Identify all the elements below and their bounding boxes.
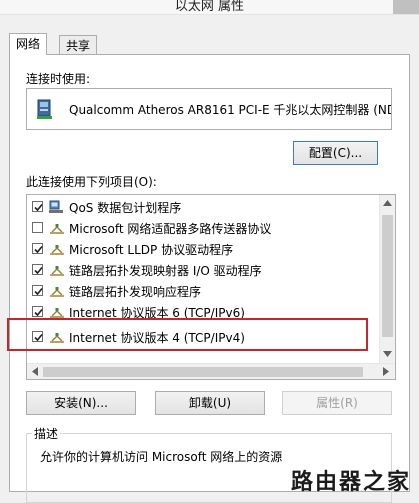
scroll-down-arrow-icon[interactable] [383, 351, 392, 357]
protocol-icon [50, 224, 64, 234]
list-item[interactable]: 链路层拓扑发现响应程序 [27, 281, 379, 301]
list-item[interactable]: 链路层拓扑发现映射器 I/O 驱动程序 [27, 260, 379, 280]
close-button[interactable] [393, 0, 419, 14]
list-item[interactable]: Microsoft 网络适配器多路传送器协议 [27, 218, 379, 238]
description-text: 允许你的计算机访问 Microsoft 网络上的资源 [40, 450, 283, 464]
list-item-label: 链路层拓扑发现响应程序 [69, 285, 202, 299]
protocol-icon [50, 266, 64, 276]
protocol-icon [50, 308, 64, 318]
check-icon [34, 287, 43, 296]
protocol-icon [50, 287, 64, 297]
scroll-up-arrow-icon[interactable] [383, 200, 392, 206]
network-adapter-icon [37, 99, 52, 119]
list-item-label: 链路层拓扑发现映射器 I/O 驱动程序 [69, 264, 262, 278]
components-list[interactable]: QoS 数据包计划程序 Microsoft 网络适配器多路传送器协议 Micro… [26, 194, 396, 380]
check-icon [34, 308, 43, 317]
vertical-scroll-thumb[interactable] [382, 215, 393, 337]
adapter-field: Qualcomm Atheros AR8161 PCI-E 千兆以太网控制器 (… [26, 88, 392, 130]
checkbox[interactable] [32, 264, 43, 275]
install-button-label: 安装(N)... [54, 396, 108, 410]
vertical-scrollbar[interactable] [379, 195, 395, 363]
tab-network[interactable]: 网络 [9, 33, 48, 55]
list-item[interactable]: QoS 数据包计划程序 [27, 197, 379, 217]
window-title: 以太网 属性 [174, 0, 245, 14]
install-button[interactable]: 安装(N)... [26, 391, 136, 415]
list-item-label: QoS 数据包计划程序 [69, 201, 182, 215]
checkbox[interactable] [32, 243, 43, 254]
properties-button[interactable]: 属性(R) [282, 391, 392, 415]
check-icon [34, 266, 43, 275]
check-icon [34, 203, 43, 212]
list-item-label: Microsoft 网络适配器多路传送器协议 [69, 222, 272, 236]
list-item[interactable]: Microsoft LLDP 协议驱动程序 [27, 239, 379, 259]
connect-using-label: 连接时使用: [26, 72, 91, 86]
watermark: 路由器之家 [290, 470, 411, 495]
checkbox[interactable] [32, 201, 43, 212]
scroll-right-arrow-icon[interactable] [383, 367, 389, 376]
list-item-label: Microsoft LLDP 协议驱动程序 [69, 243, 234, 257]
ipv4-highlight-box [7, 318, 368, 351]
items-label: 此连接使用下列项目(O): [26, 175, 157, 189]
checkbox[interactable] [32, 222, 43, 233]
configure-button[interactable]: 配置(C)... [293, 141, 378, 165]
uninstall-button-label: 卸载(U) [188, 396, 232, 410]
scroll-left-arrow-icon[interactable] [32, 367, 38, 376]
uninstall-button[interactable]: 卸载(U) [155, 391, 265, 415]
qos-icon [49, 200, 63, 213]
title-bar: 以太网 属性 [0, 0, 419, 15]
properties-button-label: 属性(R) [316, 396, 358, 410]
checkbox[interactable] [32, 306, 43, 317]
description-label: 描述 [32, 425, 61, 442]
adapter-name: Qualcomm Atheros AR8161 PCI-E 千兆以太网控制器 (… [69, 103, 392, 117]
check-icon [34, 245, 43, 254]
configure-button-label: 配置(C)... [308, 146, 363, 160]
checkbox[interactable] [32, 285, 43, 296]
horizontal-scrollbar[interactable] [27, 363, 395, 379]
protocol-icon [50, 245, 64, 255]
horizontal-scroll-thumb[interactable] [43, 367, 363, 377]
tab-sharing[interactable]: 共享 [59, 35, 98, 55]
